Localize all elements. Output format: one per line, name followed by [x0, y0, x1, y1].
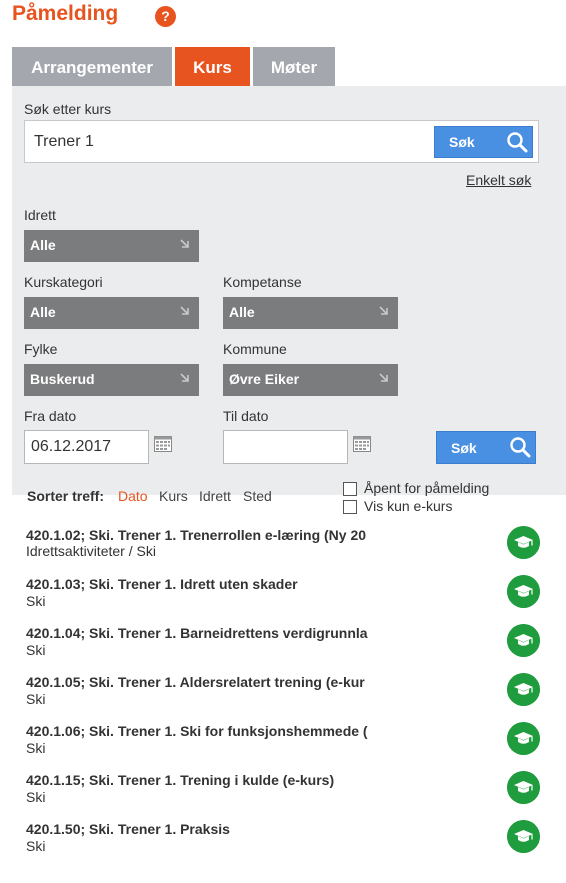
arrow-down-right-icon — [379, 306, 388, 315]
course-title[interactable]: 420.1.15; Ski. Trener 1. Trening i kulde… — [26, 772, 389, 788]
course-title[interactable]: 420.1.03; Ski. Trener 1. Idrett uten ska… — [26, 576, 389, 592]
idrett-label: Idrett — [24, 207, 56, 223]
kommune-value: Øvre Eiker — [229, 371, 300, 387]
course-subtitle: Ski — [26, 740, 46, 756]
kurskategori-label: Kurskategori — [24, 274, 103, 290]
kurskategori-dropdown[interactable]: Alle — [24, 297, 199, 329]
kompetanse-label: Kompetanse — [223, 274, 302, 290]
tab-kurs[interactable]: Kurs — [175, 47, 250, 86]
help-icon[interactable]: ? — [155, 6, 176, 27]
kommune-dropdown[interactable]: Øvre Eiker — [223, 364, 398, 396]
course-subtitle: Idrettsaktiviteter / Ski — [26, 543, 156, 559]
graduation-cap-icon[interactable] — [507, 820, 540, 853]
course-subtitle: Ski — [26, 838, 46, 854]
search-input[interactable] — [25, 121, 425, 162]
course-title[interactable]: 420.1.04; Ski. Trener 1. Barneidrettens … — [26, 625, 389, 641]
til-dato-input[interactable] — [224, 431, 347, 463]
e-course-only-checkbox[interactable] — [343, 500, 357, 514]
graduation-cap-icon[interactable] — [507, 575, 540, 608]
filter-search-button-label: Søk — [451, 440, 477, 456]
fra-dato-label: Fra dato — [24, 408, 77, 424]
course-title[interactable]: 420.1.50; Ski. Trener 1. Praksis — [26, 821, 389, 837]
arrow-down-right-icon — [180, 306, 189, 315]
page-title: Påmelding — [12, 2, 119, 25]
fylke-value: Buskerud — [30, 371, 95, 387]
course-title[interactable]: 420.1.02; Ski. Trener 1. Trenerrollen e-… — [26, 527, 389, 543]
magnifier-icon — [507, 132, 528, 153]
graduation-cap-icon[interactable] — [507, 771, 540, 804]
course-subtitle: Ski — [26, 593, 46, 609]
course-subtitle: Ski — [26, 691, 46, 707]
graduation-cap-icon[interactable] — [507, 673, 540, 706]
course-subtitle: Ski — [26, 789, 46, 805]
fra-dato-field — [24, 430, 149, 464]
idrett-value: Alle — [30, 237, 56, 253]
graduation-cap-icon[interactable] — [507, 722, 540, 755]
sort-option-kurs[interactable]: Kurs — [159, 488, 188, 504]
search-box: Søk — [24, 120, 539, 163]
sort-option-dato[interactable]: Dato — [118, 488, 148, 504]
course-title[interactable]: 420.1.06; Ski. Trener 1. Ski for funksjo… — [26, 723, 389, 739]
fra-dato-input[interactable] — [25, 431, 148, 463]
search-button[interactable]: Søk — [434, 126, 533, 158]
magnifier-icon — [510, 437, 531, 458]
calendar-icon[interactable] — [154, 436, 172, 452]
kompetanse-value: Alle — [229, 304, 255, 320]
course-subtitle: Ski — [26, 642, 46, 658]
arrow-down-right-icon — [180, 373, 189, 382]
sort-label: Sorter treff: — [27, 488, 105, 504]
open-registration-checkbox[interactable] — [343, 482, 357, 496]
arrow-down-right-icon — [180, 239, 189, 248]
simple-search-link[interactable]: Enkelt søk — [466, 172, 531, 188]
kompetanse-dropdown[interactable]: Alle — [223, 297, 398, 329]
fylke-dropdown[interactable]: Buskerud — [24, 364, 199, 396]
arrow-down-right-icon — [379, 373, 388, 382]
tab-arrangementer[interactable]: Arrangementer — [12, 47, 172, 86]
search-label: Søk etter kurs — [24, 101, 112, 117]
idrett-dropdown[interactable]: Alle — [24, 230, 199, 262]
filter-search-button[interactable]: Søk — [436, 431, 536, 464]
open-registration-label: Åpent for påmelding — [364, 480, 490, 496]
graduation-cap-icon[interactable] — [507, 624, 540, 657]
graduation-cap-icon[interactable] — [507, 526, 540, 559]
search-button-label: Søk — [449, 134, 475, 150]
e-course-only-label: Vis kun e-kurs — [364, 498, 453, 514]
sort-option-sted[interactable]: Sted — [243, 488, 272, 504]
tab-moter[interactable]: Møter — [253, 47, 335, 86]
kurskategori-value: Alle — [30, 304, 56, 320]
kommune-label: Kommune — [223, 341, 287, 357]
til-dato-field — [223, 430, 348, 464]
sort-option-idrett[interactable]: Idrett — [199, 488, 231, 504]
calendar-icon[interactable] — [353, 436, 371, 452]
fylke-label: Fylke — [24, 341, 58, 357]
course-title[interactable]: 420.1.05; Ski. Trener 1. Aldersrelatert … — [26, 674, 389, 690]
til-dato-label: Til dato — [223, 408, 269, 424]
